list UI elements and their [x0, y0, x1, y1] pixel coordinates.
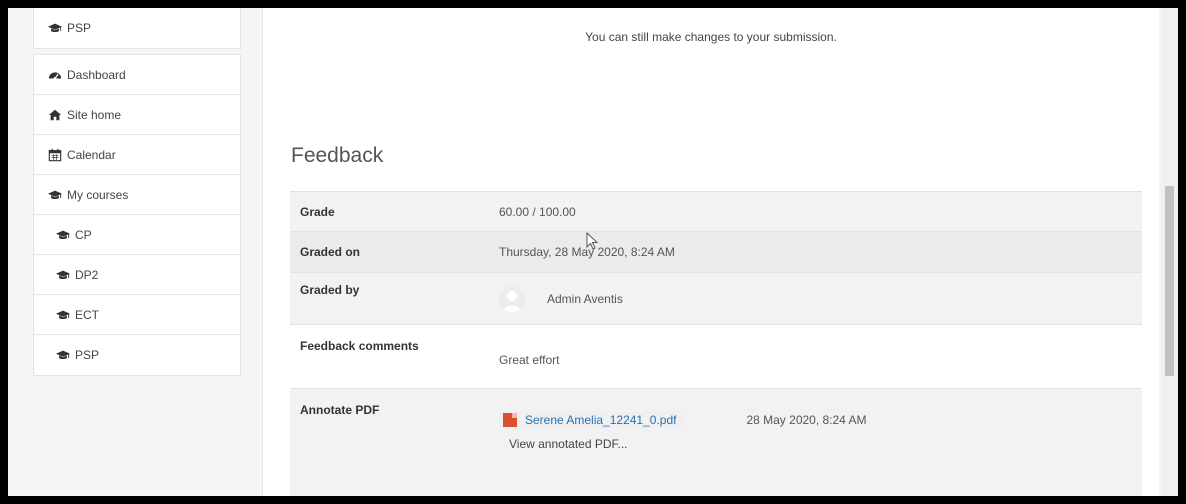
- sidebar-item-label: PSP: [67, 21, 92, 35]
- sidebar-item-label: PSP: [75, 348, 100, 362]
- file-row: Serene Amelia_12241_0.pdf 28 May 2020, 8…: [499, 411, 1142, 429]
- grade-value: 60.00 / 100.00: [499, 204, 576, 219]
- graduation-cap-icon: [56, 308, 70, 322]
- scrollbar-thumb[interactable]: [1165, 186, 1174, 376]
- course-block: PSP: [33, 8, 241, 49]
- table-row-annotate-pdf: Annotate PDF Serene Amelia_12241_0.pdf 2…: [290, 388, 1142, 496]
- left-sidebar: PSP Dashboard Site home Calendar My cour…: [33, 8, 241, 376]
- sidebar-item-ect[interactable]: ECT: [34, 295, 240, 335]
- sidebar-item-label: Site home: [67, 107, 122, 122]
- sidebar-item-dp2[interactable]: DP2: [34, 255, 240, 295]
- sidebar-item-cp[interactable]: CP: [34, 215, 240, 255]
- annotate-pdf-label: Annotate PDF: [300, 403, 380, 417]
- pdf-file-icon: [503, 413, 517, 427]
- grade-label: Grade: [300, 204, 335, 219]
- sidebar-item-psp[interactable]: PSP: [34, 335, 240, 375]
- graduation-cap-icon: [56, 228, 70, 242]
- sidebar-item-calendar[interactable]: Calendar: [34, 135, 240, 175]
- feedback-comments-value: Great effort: [499, 353, 560, 367]
- sidebar-item-my-courses[interactable]: My courses: [34, 175, 240, 215]
- graduation-cap-icon: [48, 21, 62, 35]
- submission-status-message: You can still make changes to your submi…: [585, 30, 837, 44]
- annotate-pdf-cell: Serene Amelia_12241_0.pdf 28 May 2020, 8…: [499, 389, 1142, 496]
- view-annotated-pdf-link[interactable]: View annotated PDF...: [509, 437, 628, 451]
- dashboard-icon: [48, 68, 62, 82]
- avatar[interactable]: [499, 285, 525, 312]
- browser-viewport: PSP Dashboard Site home Calendar My cour…: [8, 8, 1178, 496]
- grader-name[interactable]: Admin Aventis: [547, 292, 623, 306]
- file-chip: Serene Amelia_12241_0.pdf: [499, 411, 685, 429]
- page-scrollbar[interactable]: [1161, 8, 1178, 496]
- sidebar-item-psp-top[interactable]: PSP: [34, 8, 240, 48]
- file-date: 28 May 2020, 8:24 AM: [746, 413, 867, 427]
- pdf-file-link[interactable]: Serene Amelia_12241_0.pdf: [525, 413, 676, 427]
- mouse-cursor-icon: [586, 232, 598, 250]
- calendar-icon: [48, 148, 62, 162]
- sidebar-item-label: Dashboard: [67, 67, 126, 82]
- table-row-graded-by: Graded by Admin Aventis: [290, 272, 1142, 324]
- sidebar-item-label: DP2: [75, 267, 99, 282]
- table-row-feedback-comments: Feedback comments Great effort: [290, 324, 1142, 388]
- home-icon: [48, 108, 62, 122]
- sidebar-item-dashboard[interactable]: Dashboard: [34, 55, 240, 95]
- sidebar-item-site-home[interactable]: Site home: [34, 95, 240, 135]
- graduation-cap-icon: [56, 348, 70, 362]
- feedback-heading: Feedback: [291, 144, 384, 167]
- sidebar-item-label: CP: [75, 227, 92, 242]
- graduation-cap-icon: [56, 268, 70, 282]
- feedback-comments-label: Feedback comments: [300, 339, 419, 353]
- graduation-cap-icon: [48, 188, 62, 202]
- graded-by-label: Graded by: [300, 283, 360, 297]
- main-content: You can still make changes to your submi…: [262, 8, 1159, 496]
- sidebar-item-label: ECT: [75, 307, 99, 322]
- sidebar-item-label: Calendar: [67, 147, 116, 162]
- sidebar-item-label: My courses: [67, 187, 129, 202]
- table-row-graded-on: Graded on Thursday, 28 May 2020, 8:24 AM: [290, 231, 1142, 272]
- graded-by-value-cell: Admin Aventis: [499, 273, 1142, 324]
- feedback-table: Grade 60.00 / 100.00 Graded on Thursday,…: [290, 191, 1142, 496]
- navigation-block: Dashboard Site home Calendar My courses: [33, 54, 241, 376]
- graded-on-label: Graded on: [300, 245, 361, 259]
- table-row-grade: Grade 60.00 / 100.00: [290, 191, 1142, 231]
